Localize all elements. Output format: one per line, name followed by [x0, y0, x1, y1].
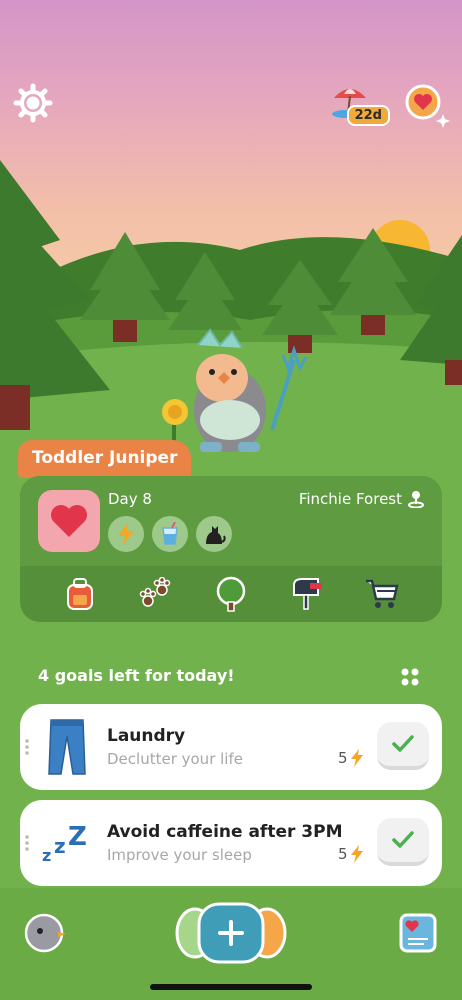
drag-handle-icon[interactable]: [24, 738, 30, 756]
paw-button[interactable]: [135, 574, 175, 614]
drag-handle-icon[interactable]: [24, 834, 30, 852]
cat-icon: [206, 526, 226, 544]
energy-icon: [350, 749, 363, 767]
goal-subtitle: Improve your sleep: [107, 846, 252, 864]
goal-icon-wrap: z z Z: [40, 814, 94, 872]
svg-text:z: z: [54, 834, 66, 858]
backpack-button[interactable]: [60, 574, 100, 614]
day-label: Day 8: [108, 490, 152, 508]
location-pin-icon: [408, 491, 424, 508]
energy-icon: [118, 523, 134, 545]
vacation-button[interactable]: 22d: [330, 80, 390, 130]
zzz-icon: z z Z: [42, 822, 87, 865]
heart-box-button[interactable]: [38, 490, 100, 552]
drink-status[interactable]: [152, 516, 188, 552]
energy-icon: [350, 845, 363, 863]
goal-subtitle: Declutter your life: [107, 750, 243, 768]
goal-reward: 5: [338, 749, 364, 767]
mailbox-button[interactable]: [287, 574, 327, 614]
tree-icon: [216, 576, 246, 612]
heart-button[interactable]: [402, 82, 452, 130]
paw-prints-icon: [140, 577, 171, 607]
goal-icon-wrap: [40, 718, 94, 776]
goal-title: Laundry: [107, 726, 186, 746]
gear-icon: [13, 83, 53, 123]
plus-icon: [175, 902, 287, 964]
backpack-icon: [66, 578, 93, 610]
reward-value: 5: [338, 749, 348, 767]
svg-text:Z: Z: [68, 822, 87, 852]
journal-icon[interactable]: [398, 912, 438, 954]
grid-view-icon[interactable]: [400, 667, 420, 687]
shop-button[interactable]: [362, 574, 402, 614]
check-icon: [392, 831, 414, 848]
goal-title: Avoid caffeine after 3PM: [107, 822, 343, 842]
energy-status[interactable]: [108, 516, 144, 552]
check-icon: [392, 735, 414, 752]
svg-text:z: z: [42, 846, 51, 865]
quick-nav-row: [20, 566, 442, 622]
tree-button[interactable]: [211, 574, 251, 614]
add-goal-button[interactable]: [175, 902, 287, 964]
forest-scene: [0, 160, 462, 470]
heart-circle-icon: [405, 84, 450, 128]
complete-goal-button[interactable]: [377, 722, 429, 770]
vacation-days-badge: 22d: [346, 105, 390, 126]
heart-icon: [51, 505, 87, 537]
pet-name-tag: Toddler Juniper: [18, 440, 192, 478]
status-card: Day 8 Finchie Forest: [20, 476, 442, 622]
jeans-icon: [48, 719, 86, 775]
drink-icon: [162, 522, 178, 545]
goal-card-laundry[interactable]: Laundry Declutter your life 5: [20, 704, 442, 790]
goals-title: 4 goals left for today!: [38, 666, 235, 685]
cat-status[interactable]: [196, 516, 232, 552]
complete-goal-button[interactable]: [377, 818, 429, 866]
mailbox-icon: [292, 578, 322, 610]
reward-value: 5: [338, 845, 348, 863]
shopping-cart-icon: [366, 579, 399, 608]
location-label: Finchie Forest: [298, 490, 402, 508]
bird-avatar-icon[interactable]: [24, 912, 66, 954]
location-link[interactable]: Finchie Forest: [299, 490, 424, 508]
goal-reward: 5: [338, 845, 364, 863]
home-indicator: [150, 984, 312, 990]
settings-button[interactable]: [12, 82, 54, 124]
goal-card-caffeine[interactable]: z z Z Avoid caffeine after 3PM Improve y…: [20, 800, 442, 886]
